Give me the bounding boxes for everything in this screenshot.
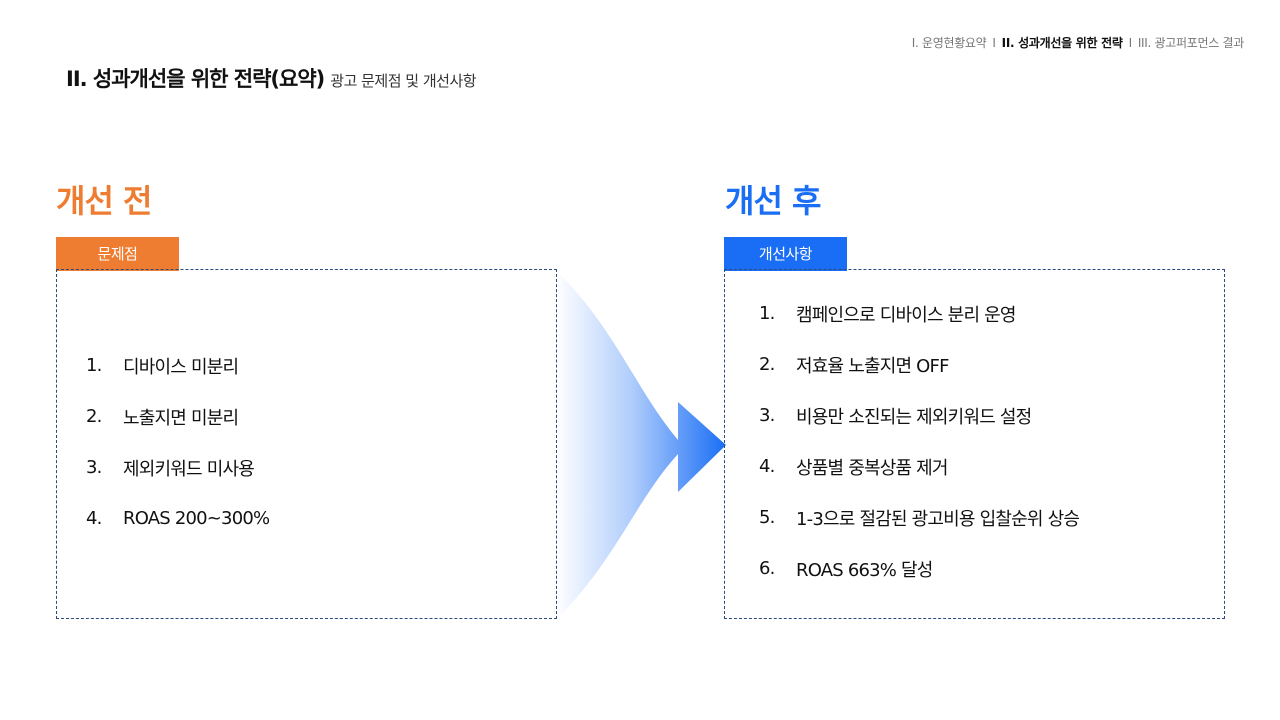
list-item-number: 4. — [759, 456, 775, 477]
nav-item-strategy[interactable]: II. 성과개선을 위한 전략 — [1002, 34, 1123, 51]
list-item-text: 저효율 노출지면 OFF — [796, 355, 949, 377]
nav-item-summary[interactable]: I. 운영현황요약 — [912, 34, 987, 51]
before-heading: 개선 전 — [56, 182, 152, 220]
list-item-number: 2. — [86, 406, 102, 427]
nav-item-performance[interactable]: III. 광고퍼포먼스 결과 — [1138, 34, 1244, 51]
list-item: 3. 비용만 소진되는 제외키워드 설정 — [759, 390, 1079, 441]
list-item-text: 캠페인으로 디바이스 분리 운영 — [796, 304, 1016, 326]
improvements-tag: 개선사항 — [724, 237, 847, 271]
list-item: 2. 노출지면 미분리 — [86, 391, 269, 442]
list-item: 1. 캠페인으로 디바이스 분리 운영 — [759, 288, 1079, 339]
list-item: 3. 제외키워드 미사용 — [86, 442, 269, 493]
list-item: 5. 1-3으로 절감된 광고비용 입찰순위 상승 — [759, 492, 1080, 543]
list-item-text: 비용만 소진되는 제외키워드 설정 — [796, 406, 1032, 428]
section-nav: I. 운영현황요약 I II. 성과개선을 위한 전략 I III. 광고퍼포먼… — [912, 34, 1245, 51]
problems-list: 1. 디바이스 미분리 2. 노출지면 미분리 3. 제외키워드 미사용 4. ROAS… — [86, 340, 270, 544]
list-item: 1. 디바이스 미분리 — [86, 340, 269, 391]
list-item-text: 디바이스 미분리 — [123, 356, 239, 378]
list-item-number: 6. — [759, 558, 775, 579]
list-item-text: 상품별 중복상품 제거 — [796, 457, 948, 479]
list-item-number: 3. — [86, 457, 102, 478]
list-item-text: 제외키워드 미사용 — [123, 458, 255, 480]
list-item: 6. ROAS 663% 달성 — [759, 543, 1079, 594]
page-subtitle: 광고 문제점 및 개선사항 — [330, 72, 477, 90]
page-title-row: II. 성과개선을 위한 전략(요약) 광고 문제점 및 개선사항 — [66, 63, 477, 93]
list-item: 4. ROAS 200~300% — [86, 493, 270, 544]
transition-arrow-icon — [556, 270, 726, 620]
list-item-number: 2. — [759, 354, 775, 375]
list-item-text: 노출지면 미분리 — [123, 407, 239, 429]
improvements-list: 1. 캠페인으로 디바이스 분리 운영 2. 저효율 노출지면 OFF 3. 비용만 … — [759, 288, 1080, 594]
list-item: 4. 상품별 중복상품 제거 — [759, 441, 1079, 492]
list-item-text: 1-3으로 절감된 광고비용 입찰순위 상승 — [796, 508, 1080, 530]
after-heading: 개선 후 — [725, 182, 821, 220]
list-item-number: 5. — [759, 507, 775, 528]
page-title: II. 성과개선을 위한 전략(요약) — [66, 67, 325, 91]
nav-separator: I — [1128, 35, 1133, 50]
list-item-number: 1. — [759, 303, 775, 324]
problems-tag: 문제점 — [56, 237, 179, 271]
list-item: 2. 저효율 노출지면 OFF — [759, 339, 1079, 390]
list-item-number: 1. — [86, 355, 102, 376]
list-item-text: ROAS 200~300% — [123, 508, 270, 529]
nav-separator: I — [992, 35, 996, 50]
list-item-number: 4. — [86, 508, 102, 529]
list-item-text: ROAS 663% 달성 — [796, 559, 933, 581]
list-item-number: 3. — [759, 405, 775, 426]
